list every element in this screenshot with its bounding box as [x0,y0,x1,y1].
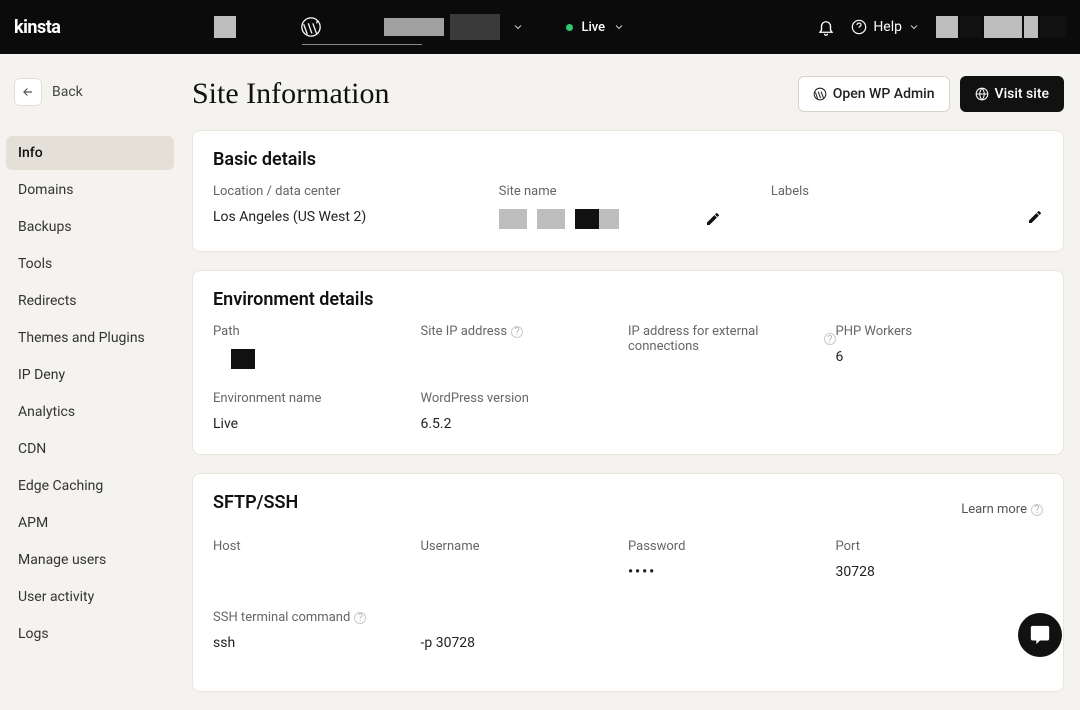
sidebar-item-logs[interactable]: Logs [6,617,174,651]
sidebar-item-tools[interactable]: Tools [6,247,174,281]
edit-sitename-button[interactable] [705,211,721,227]
info-icon[interactable]: ? [354,612,366,624]
extip-label: IP address for external connections [628,324,820,354]
sidebar-item-analytics[interactable]: Analytics [6,395,174,429]
wpver-label: WordPress version [421,391,629,406]
sshcmd-port: -p 30728 [421,635,629,651]
envname-label: Environment name [213,391,421,406]
sidebar-item-info[interactable]: Info [6,136,174,170]
environment-selector[interactable]: Live [566,20,625,35]
path-label: Path [213,324,421,339]
workers-value: 6 [836,349,1044,365]
learn-more-link[interactable]: Learn more ? [961,502,1043,517]
sidebar-item-users[interactable]: Manage users [6,543,174,577]
sitename-value [499,209,619,229]
info-icon[interactable]: ? [824,333,835,345]
info-icon: ? [1031,504,1043,516]
back-label: Back [52,84,83,100]
account-menu[interactable] [936,16,1066,38]
env-label: Live [581,20,605,35]
site-selector[interactable] [384,14,524,40]
sidebar: Back Info Domains Backups Tools Redirect… [0,54,180,710]
envname-value: Live [213,416,421,432]
location-value: Los Angeles (US West 2) [213,209,499,225]
sitename-label: Site name [499,184,771,199]
globe-icon [975,87,989,101]
help-menu[interactable]: Help [851,19,920,35]
pass-label: Password [628,539,836,554]
workers-label: PHP Workers [836,324,1044,339]
chat-button[interactable] [1018,613,1062,657]
sshcmd-label: SSH terminal command [213,610,350,625]
sidebar-item-redirects[interactable]: Redirects [6,284,174,318]
sidebar-item-edge[interactable]: Edge Caching [6,469,174,503]
page-title: Site Information [192,77,389,111]
sftp-card: SFTP/SSH Learn more ? Host Username Pass… [192,473,1064,692]
siteip-label: Site IP address [421,324,508,339]
card-title: Environment details [213,289,1043,310]
sidebar-item-cdn[interactable]: CDN [6,432,174,466]
card-title: Basic details [213,149,1043,170]
wpver-value: 6.5.2 [421,416,629,432]
path-value [213,349,421,369]
sidebar-item-backups[interactable]: Backups [6,210,174,244]
port-label: Port [836,539,1044,554]
labels-label: Labels [771,184,1043,199]
host-label: Host [213,539,421,554]
help-label: Help [873,19,902,35]
card-title: SFTP/SSH [213,492,298,513]
sidebar-item-domains[interactable]: Domains [6,173,174,207]
bell-icon[interactable] [817,18,835,36]
status-dot-icon [566,24,573,31]
chevron-down-icon [908,21,920,33]
visit-site-button[interactable]: Visit site [960,76,1064,112]
sidebar-item-ipdeny[interactable]: IP Deny [6,358,174,392]
sidebar-item-apm[interactable]: APM [6,506,174,540]
avatar-placeholder [214,16,236,38]
basic-details-card: Basic details Location / data center Los… [192,130,1064,252]
sshcmd-value: ssh [213,635,421,651]
chevron-down-icon [512,21,524,33]
back-button[interactable] [14,78,42,106]
user-label: Username [421,539,629,554]
topbar: kinsta Live Help [0,0,1080,54]
edit-labels-button[interactable] [1027,209,1043,225]
sidebar-item-activity[interactable]: User activity [6,580,174,614]
chevron-down-icon [613,21,625,33]
wordpress-icon [300,16,322,38]
help-icon [851,19,867,35]
pass-value: •••• [628,564,836,580]
logo[interactable]: kinsta [14,17,60,38]
open-wp-admin-button[interactable]: Open WP Admin [798,76,950,112]
info-icon[interactable]: ? [511,326,523,338]
port-value: 30728 [836,564,1044,580]
wordpress-icon [813,87,827,101]
location-label: Location / data center [213,184,499,199]
sidebar-item-themes[interactable]: Themes and Plugins [6,321,174,355]
env-details-card: Environment details Path Site IP address… [192,270,1064,455]
